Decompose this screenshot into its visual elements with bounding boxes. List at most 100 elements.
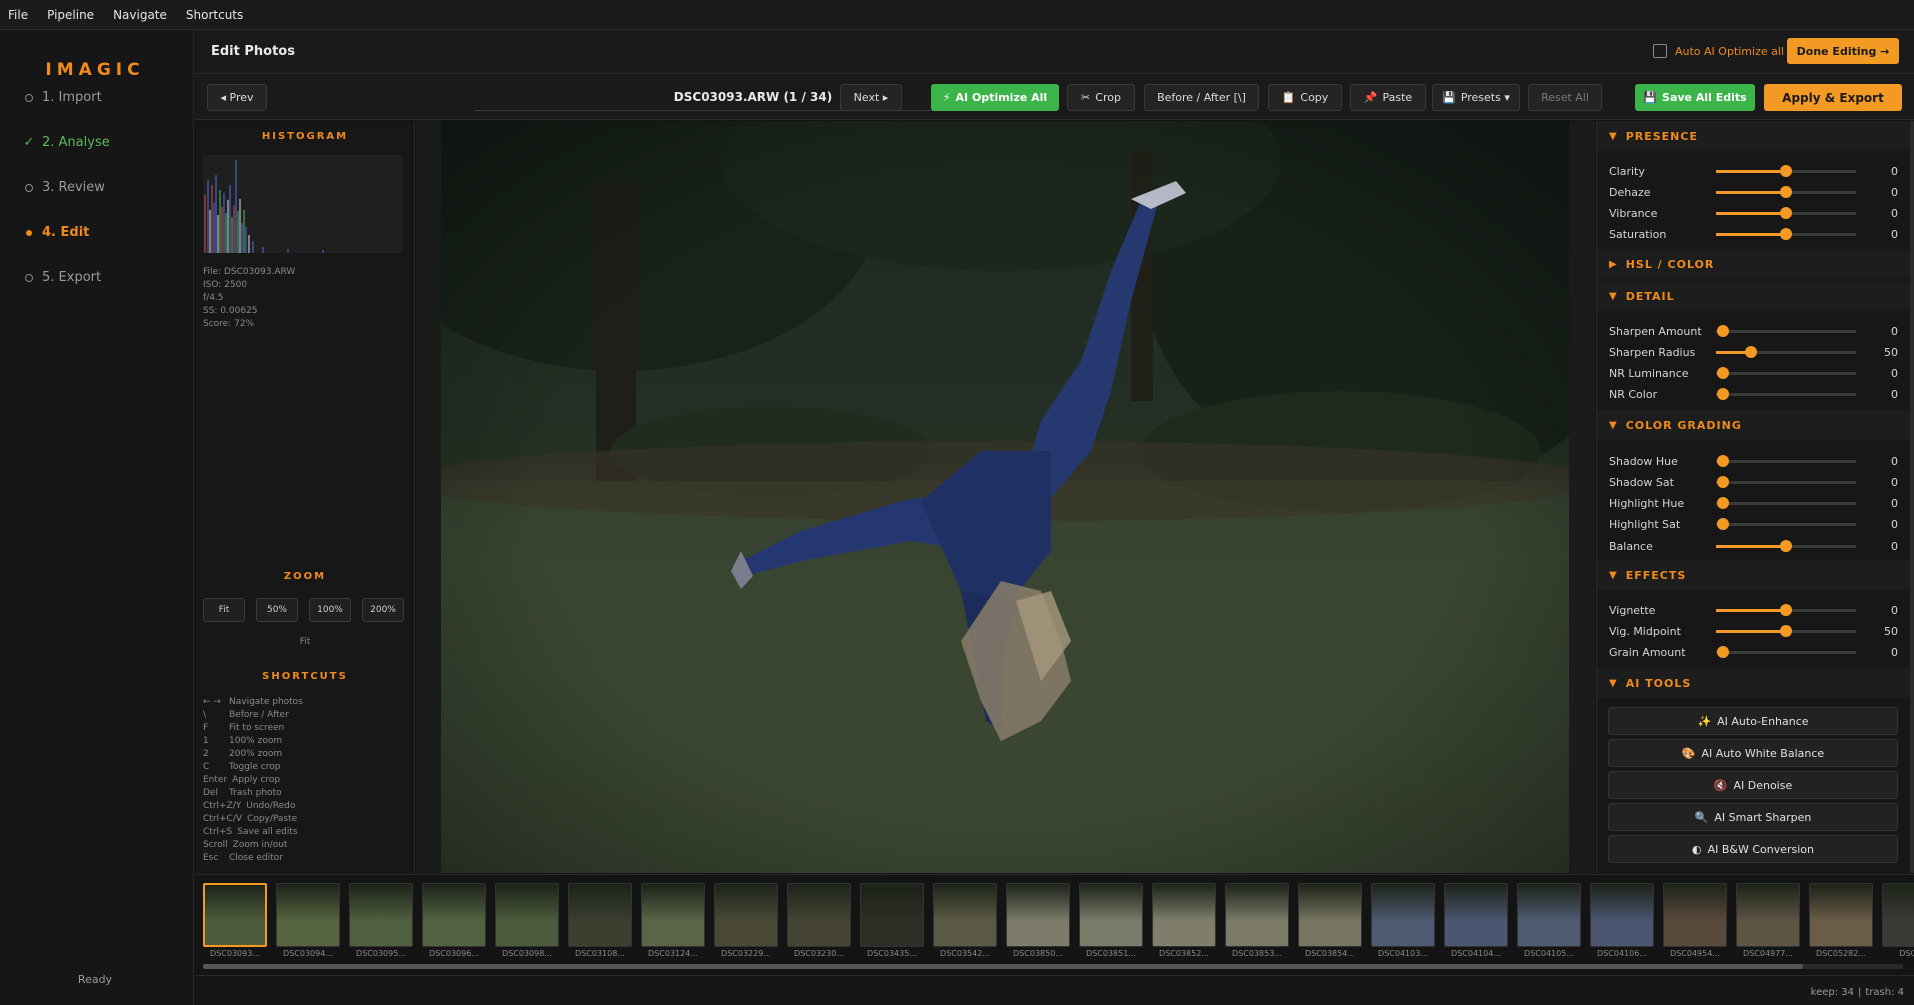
thumbnail-image[interactable] (1444, 883, 1508, 947)
filmstrip-thumbnail[interactable]: DSC04105... (1517, 883, 1581, 959)
slider-grain-amount[interactable]: Grain Amount 0 (1609, 643, 1899, 663)
filmstrip-thumbnail[interactable]: DSC03853... (1225, 883, 1289, 959)
ai-tool-button[interactable]: 🔇 AI Denoise (1608, 771, 1898, 799)
slider-handle[interactable] (1717, 518, 1729, 531)
filmstrip-thumbnail[interactable]: DSC03230... (787, 883, 851, 959)
slider-handle[interactable] (1780, 228, 1792, 241)
reset-all-button[interactable]: Reset All (1528, 84, 1602, 111)
thumbnail-image[interactable] (1006, 883, 1070, 947)
filmstrip-thumbnail[interactable]: DSC03124... (641, 883, 705, 959)
slider-track[interactable] (1716, 539, 1856, 552)
before-after-button[interactable]: Before / After [\] (1144, 84, 1259, 111)
ai-tool-button[interactable]: 🎨 AI Auto White Balance (1608, 739, 1898, 767)
panel-scrollbar[interactable] (1910, 121, 1914, 873)
save-all-edits-button[interactable]: 💾 Save All Edits (1635, 84, 1755, 111)
slider-track[interactable] (1716, 603, 1856, 616)
slider-track[interactable] (1716, 324, 1856, 337)
filmstrip-scrollbar[interactable] (203, 964, 1903, 969)
step-export[interactable]: 5. Export (24, 270, 101, 285)
filmstrip-thumbnail[interactable]: DSC03229... (714, 883, 778, 959)
filmstrip-thumbnail[interactable]: DSC03095... (349, 883, 413, 959)
thumbnail-image[interactable] (933, 883, 997, 947)
filmstrip-thumbnail[interactable]: DSC04103... (1371, 883, 1435, 959)
filmstrip-thumbnail[interactable]: DSC03108... (568, 883, 632, 959)
slider-track[interactable] (1716, 475, 1856, 488)
menu-navigate[interactable]: Navigate (113, 8, 178, 22)
thumbnail-image[interactable] (641, 883, 705, 947)
section-detail[interactable]: ▼ DETAIL (1597, 281, 1914, 311)
thumbnail-image[interactable] (568, 883, 632, 947)
done-editing-button[interactable]: Done Editing → (1787, 38, 1899, 64)
filmstrip-thumbnail[interactable]: DSC03094... (276, 883, 340, 959)
presets-button[interactable]: 💾 Presets ▾ (1432, 84, 1520, 111)
slider-vig-midpoint[interactable]: Vig. Midpoint 50 (1609, 621, 1899, 641)
slider-saturation[interactable]: Saturation 0 (1609, 225, 1899, 245)
slider-clarity[interactable]: Clarity 0 (1609, 161, 1899, 181)
crop-button[interactable]: ✂ Crop (1067, 84, 1135, 111)
slider-dehaze[interactable]: Dehaze 0 (1609, 182, 1899, 202)
photo-canvas[interactable] (441, 121, 1569, 873)
ai-tool-button[interactable]: 🔍 AI Smart Sharpen (1608, 803, 1898, 831)
step-import[interactable]: 1. Import (24, 90, 102, 105)
slider-handle[interactable] (1745, 345, 1757, 358)
filmstrip-thumbnail[interactable]: DSC03852... (1152, 883, 1216, 959)
slider-track[interactable] (1716, 367, 1856, 380)
menu-pipeline[interactable]: Pipeline (47, 8, 105, 22)
filmstrip-thumbnail[interactable]: DSC0... (1882, 883, 1914, 959)
filmstrip-thumbnail[interactable]: DSC03435... (860, 883, 924, 959)
slider-shadow-sat[interactable]: Shadow Sat 0 (1609, 472, 1899, 492)
section-presence[interactable]: ▼ PRESENCE (1597, 121, 1914, 151)
slider-track[interactable] (1716, 228, 1856, 241)
slider-handle[interactable] (1717, 454, 1729, 467)
slider-handle[interactable] (1780, 207, 1792, 220)
section-ai-tools[interactable]: ▼ AI TOOLS (1597, 668, 1914, 698)
ai-tool-button[interactable]: ◐ AI B&W Conversion (1608, 835, 1898, 863)
scrollbar-thumb[interactable] (203, 964, 1803, 969)
thumbnail-image[interactable] (276, 883, 340, 947)
thumbnail-image[interactable] (1736, 883, 1800, 947)
slider-track[interactable] (1716, 345, 1856, 358)
slider-handle[interactable] (1780, 603, 1792, 616)
copy-button[interactable]: 📋 Copy (1268, 84, 1342, 111)
menu-file[interactable]: File (8, 8, 39, 22)
filmstrip-thumbnail[interactable]: DSC03542... (933, 883, 997, 959)
slider-track[interactable] (1716, 518, 1856, 531)
thumbnail-image[interactable] (1152, 883, 1216, 947)
slider-nr-luminance[interactable]: NR Luminance 0 (1609, 364, 1899, 384)
slider-handle[interactable] (1717, 388, 1729, 401)
thumbnail-image[interactable] (787, 883, 851, 947)
slider-handle[interactable] (1717, 367, 1729, 380)
thumbnail-image[interactable] (495, 883, 559, 947)
slider-track[interactable] (1716, 624, 1856, 637)
image-viewport[interactable] (416, 121, 1595, 873)
slider-handle[interactable] (1717, 475, 1729, 488)
step-analyse[interactable]: ✓ 2. Analyse (24, 135, 110, 150)
slider-track[interactable] (1716, 207, 1856, 220)
slider-balance[interactable]: Balance 0 (1609, 536, 1899, 556)
filmstrip-thumbnail[interactable]: DSC03098... (495, 883, 559, 959)
next-button[interactable]: Next ▸ (840, 84, 902, 111)
slider-handle[interactable] (1780, 539, 1792, 552)
filmstrip-thumbnail[interactable]: DSC03093... (203, 883, 267, 959)
slider-nr-color[interactable]: NR Color 0 (1609, 385, 1899, 405)
thumbnail-image[interactable] (1517, 883, 1581, 947)
thumbnail-image[interactable] (1882, 883, 1914, 947)
slider-vibrance[interactable]: Vibrance 0 (1609, 204, 1899, 224)
thumbnail-image[interactable] (1371, 883, 1435, 947)
slider-track[interactable] (1716, 185, 1856, 198)
zoom-200-button[interactable]: 200% (362, 598, 404, 622)
filmstrip-thumbnail[interactable]: DSC03850... (1006, 883, 1070, 959)
filmstrip-thumbnail[interactable]: DSC04977... (1736, 883, 1800, 959)
zoom-50-button[interactable]: 50% (256, 598, 298, 622)
slider-track[interactable] (1716, 388, 1856, 401)
menu-shortcuts[interactable]: Shortcuts (186, 8, 254, 22)
filmstrip-thumbnail[interactable]: DSC05282... (1809, 883, 1873, 959)
section-effects[interactable]: ▼ EFFECTS (1597, 560, 1914, 590)
step-review[interactable]: 3. Review (24, 180, 105, 195)
ai-optimize-all-button[interactable]: ⚡ AI Optimize All (931, 84, 1059, 111)
slider-handle[interactable] (1780, 164, 1792, 177)
thumbnail-image[interactable] (1298, 883, 1362, 947)
thumbnail-image[interactable] (1225, 883, 1289, 947)
filmstrip-thumbnail[interactable]: DSC03851... (1079, 883, 1143, 959)
ai-tool-button[interactable]: ✨ AI Auto-Enhance (1608, 707, 1898, 735)
